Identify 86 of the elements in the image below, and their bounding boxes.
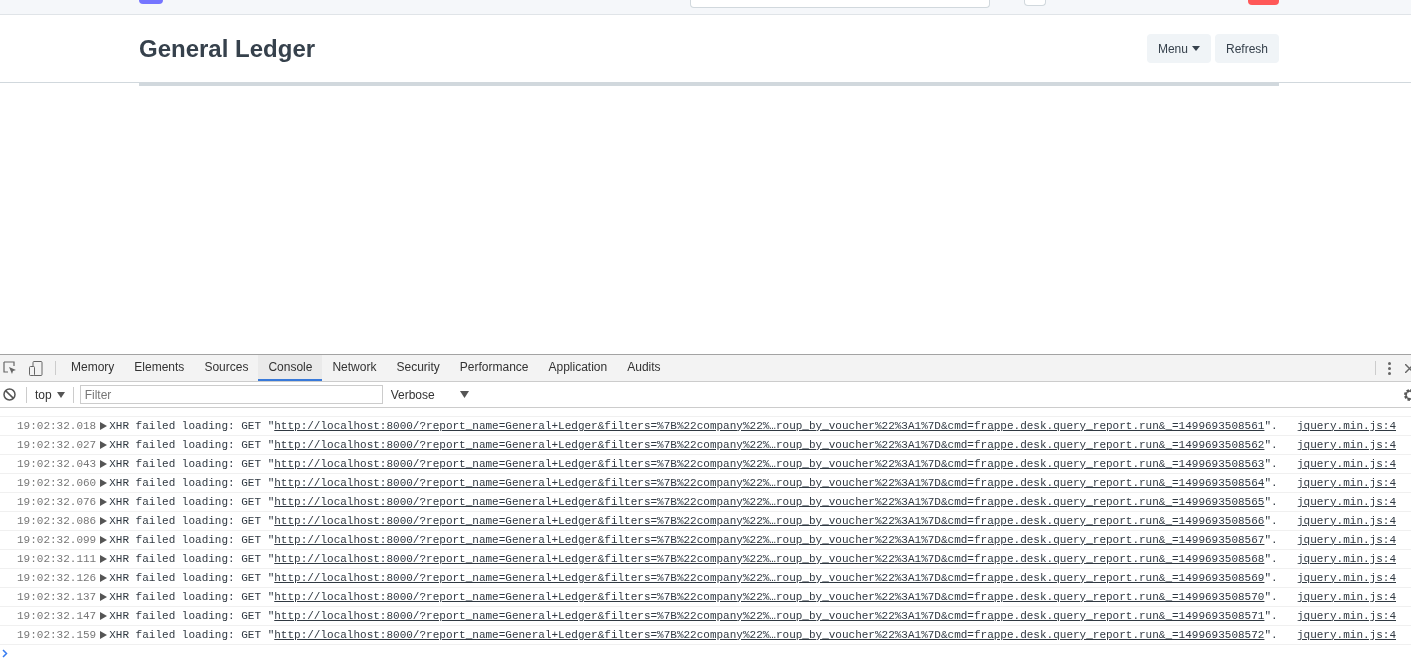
- dropdown-arrow-icon: [56, 391, 65, 398]
- request-link[interactable]: http://localhost:8000/?report_name=General+Ledger&filters=%7B%22company%22%…roup_by_voucher%22%3A1%7D&cmd=frappe.desk.query_report.run&_=1499693508572: [274, 628, 1265, 641]
- request-link[interactable]: http://localhost:8000/?report_name=General+Ledger&filters=%7B%22company%22%…roup_by_voucher%22%3A1%7D&cmd=frappe.desk.query_report.run&_=1499693508564: [274, 476, 1265, 489]
- log-message: XHR failed loading: GET "http://localhost:8000/?report_name=General+Ledger&filters=%7B%22company%22%…roup_by_voucher%22%3A1%7D&cmd=frappe.desk.query_report.run&_=1499693508569".: [109, 570, 1278, 586]
- log-timestamp: 19:02:32.137: [17, 589, 97, 605]
- more-options-icon[interactable]: [1388, 361, 1391, 375]
- log-timestamp: 19:02:32.060: [17, 475, 97, 491]
- dropdown-arrow-icon: [459, 391, 469, 398]
- log-message: XHR failed loading: GET "http://localhost:8000/?report_name=General+Ledger&filters=%7B%22company%22%…roup_by_voucher%22%3A1%7D&cmd=frappe.desk.query_report.run&_=1499693508561".: [109, 418, 1278, 434]
- log-message: XHR failed loading: GET "http://localhost:8000/?report_name=General+Ledger&filters=%7B%22company%22%…roup_by_voucher%22%3A1%7D&cmd=frappe.desk.query_report.run&_=1499693508572".: [109, 627, 1278, 643]
- expand-triangle-icon[interactable]: [100, 422, 108, 430]
- source-link[interactable]: jquery.min.js:4: [1296, 512, 1396, 530]
- log-timestamp: 19:02:32.076: [17, 494, 97, 510]
- refresh-button[interactable]: Refresh: [1214, 34, 1279, 63]
- source-link[interactable]: jquery.min.js:4: [1296, 436, 1396, 454]
- devtools-tab[interactable]: Performance: [449, 355, 539, 381]
- source-link[interactable]: jquery.min.js:4: [1296, 474, 1396, 492]
- devtools-tab[interactable]: Sources: [194, 355, 259, 381]
- expand-triangle-icon[interactable]: [100, 593, 108, 601]
- source-link[interactable]: jquery.min.js:4: [1296, 531, 1396, 549]
- source-link[interactable]: jquery.min.js:4: [1296, 588, 1396, 606]
- prompt-chevron-icon[interactable]: [2, 649, 8, 658]
- source-link[interactable]: jquery.min.js:4: [1296, 607, 1396, 625]
- log-level-selector[interactable]: Verbose: [390, 385, 469, 404]
- inspect-icon[interactable]: [3, 361, 17, 375]
- request-link[interactable]: http://localhost:8000/?report_name=General+Ledger&filters=%7B%22company%22%…roup_by_voucher%22%3A1%7D&cmd=frappe.desk.query_report.run&_=1499693508570: [274, 590, 1265, 603]
- request-link[interactable]: http://localhost:8000/?report_name=General+Ledger&filters=%7B%22company%22%…roup_by_voucher%22%3A1%7D&cmd=frappe.desk.query_report.run&_=1499693508563: [274, 457, 1265, 470]
- request-link[interactable]: http://localhost:8000/?report_name=General+Ledger&filters=%7B%22company%22%…roup_by_voucher%22%3A1%7D&cmd=frappe.desk.query_report.run&_=1499693508561: [274, 419, 1265, 432]
- request-link[interactable]: http://localhost:8000/?report_name=General+Ledger&filters=%7B%22company%22%…roup_by_voucher%22%3A1%7D&cmd=frappe.desk.query_report.run&_=1499693508566: [274, 514, 1265, 527]
- devtools-tab[interactable]: Elements: [124, 355, 195, 381]
- log-timestamp: 19:02:32.018: [17, 418, 97, 434]
- request-link[interactable]: http://localhost:8000/?report_name=General+Ledger&filters=%7B%22company%22%…roup_by_voucher%22%3A1%7D&cmd=frappe.desk.query_report.run&_=1499693508568: [274, 552, 1265, 565]
- close-icon[interactable]: [1405, 363, 1411, 373]
- log-message: XHR failed loading: GET "http://localhost:8000/?report_name=General+Ledger&filters=%7B%22company%22%…roup_by_voucher%22%3A1%7D&cmd=frappe.desk.query_report.run&_=1499693508564".: [109, 475, 1278, 491]
- page-title: General Ledger: [139, 33, 316, 64]
- log-message: XHR failed loading: GET "http://localhost:8000/?report_name=General+Ledger&filters=%7B%22company%22%…roup_by_voucher%22%3A1%7D&cmd=frappe.desk.query_report.run&_=1499693508571".: [109, 608, 1278, 624]
- devtools-tab[interactable]: Console: [258, 355, 323, 381]
- filter-field[interactable]: Filter: [79, 385, 383, 404]
- caret-icon: [1191, 46, 1200, 51]
- expand-triangle-icon[interactable]: [100, 441, 108, 449]
- log-timestamp: 19:02:32.086: [17, 513, 97, 529]
- context-selector[interactable]: top: [35, 385, 65, 404]
- log-timestamp: 19:02:32.159: [17, 627, 97, 643]
- devtools-tab[interactable]: Audits: [617, 355, 671, 381]
- search-field[interactable]: [690, 0, 990, 8]
- log-timestamp: 19:02:32.043: [17, 456, 97, 472]
- request-link[interactable]: http://localhost:8000/?report_name=General+Ledger&filters=%7B%22company%22%…roup_by_voucher%22%3A1%7D&cmd=frappe.desk.query_report.run&_=1499693508565: [274, 495, 1265, 508]
- log-message: XHR failed loading: GET "http://localhost:8000/?report_name=General+Ledger&filters=%7B%22company%22%…roup_by_voucher%22%3A1%7D&cmd=frappe.desk.query_report.run&_=1499693508563".: [109, 456, 1278, 472]
- log-timestamp: 19:02:32.126: [17, 570, 97, 586]
- log-timestamp: 19:02:32.147: [17, 608, 97, 624]
- devtools-tab[interactable]: Memory: [61, 355, 125, 381]
- log-timestamp: 19:02:32.027: [17, 437, 97, 453]
- device-icon[interactable]: [29, 360, 43, 376]
- source-link[interactable]: jquery.min.js:4: [1296, 417, 1396, 435]
- expand-triangle-icon[interactable]: [100, 536, 108, 544]
- devtools-tab[interactable]: Network: [322, 355, 387, 381]
- devtools-tab[interactable]: Security: [386, 355, 450, 381]
- logo-icon[interactable]: [139, 0, 163, 4]
- log-message: XHR failed loading: GET "http://localhost:8000/?report_name=General+Ledger&filters=%7B%22company%22%…roup_by_voucher%22%3A1%7D&cmd=frappe.desk.query_report.run&_=1499693508566".: [109, 513, 1278, 529]
- source-link[interactable]: jquery.min.js:4: [1296, 493, 1396, 511]
- source-link[interactable]: jquery.min.js:4: [1296, 569, 1396, 587]
- expand-triangle-icon[interactable]: [100, 631, 108, 639]
- expand-triangle-icon[interactable]: [100, 555, 108, 563]
- log-timestamp: 19:02:32.099: [17, 532, 97, 548]
- log-message: XHR failed loading: GET "http://localhost:8000/?report_name=General+Ledger&filters=%7B%22company%22%…roup_by_voucher%22%3A1%7D&cmd=frappe.desk.query_report.run&_=1499693508565".: [109, 494, 1278, 510]
- menu-button[interactable]: Menu: [1146, 34, 1211, 63]
- log-timestamp: 19:02:32.111: [17, 551, 97, 567]
- expand-triangle-icon[interactable]: [100, 479, 108, 487]
- log-message: XHR failed loading: GET "http://localhost:8000/?report_name=General+Ledger&filters=%7B%22company%22%…roup_by_voucher%22%3A1%7D&cmd=frappe.desk.query_report.run&_=1499693508562".: [109, 437, 1278, 453]
- log-message: XHR failed loading: GET "http://localhost:8000/?report_name=General+Ledger&filters=%7B%22company%22%…roup_by_voucher%22%3A1%7D&cmd=frappe.desk.query_report.run&_=1499693508570".: [109, 589, 1278, 605]
- expand-triangle-icon[interactable]: [100, 517, 108, 525]
- expand-triangle-icon[interactable]: [100, 460, 108, 468]
- source-link[interactable]: jquery.min.js:4: [1296, 626, 1396, 644]
- log-message: XHR failed loading: GET "http://localhost:8000/?report_name=General+Ledger&filters=%7B%22company%22%…roup_by_voucher%22%3A1%7D&cmd=frappe.desk.query_report.run&_=1499693508568".: [109, 551, 1278, 567]
- devtools-tab[interactable]: Application: [538, 355, 618, 381]
- request-link[interactable]: http://localhost:8000/?report_name=General+Ledger&filters=%7B%22company%22%…roup_by_voucher%22%3A1%7D&cmd=frappe.desk.query_report.run&_=1499693508567: [274, 533, 1265, 546]
- request-link[interactable]: http://localhost:8000/?report_name=General+Ledger&filters=%7B%22company%22%…roup_by_voucher%22%3A1%7D&cmd=frappe.desk.query_report.run&_=1499693508571: [274, 609, 1265, 622]
- expand-triangle-icon[interactable]: [100, 612, 108, 620]
- request-link[interactable]: http://localhost:8000/?report_name=General+Ledger&filters=%7B%22company%22%…roup_by_voucher%22%3A1%7D&cmd=frappe.desk.query_report.run&_=1499693508562: [274, 438, 1265, 451]
- source-link[interactable]: jquery.min.js:4: [1296, 550, 1396, 568]
- expand-triangle-icon[interactable]: [100, 574, 108, 582]
- request-link[interactable]: http://localhost:8000/?report_name=General+Ledger&filters=%7B%22company%22%…roup_by_voucher%22%3A1%7D&cmd=frappe.desk.query_report.run&_=1499693508569: [274, 571, 1265, 584]
- source-link[interactable]: jquery.min.js:4: [1296, 455, 1396, 473]
- expand-triangle-icon[interactable]: [100, 498, 108, 506]
- log-message: XHR failed loading: GET "http://localhost:8000/?report_name=General+Ledger&filters=%7B%22company%22%…roup_by_voucher%22%3A1%7D&cmd=frappe.desk.query_report.run&_=1499693508567".: [109, 532, 1278, 548]
- clear-console-icon[interactable]: [3, 388, 16, 401]
